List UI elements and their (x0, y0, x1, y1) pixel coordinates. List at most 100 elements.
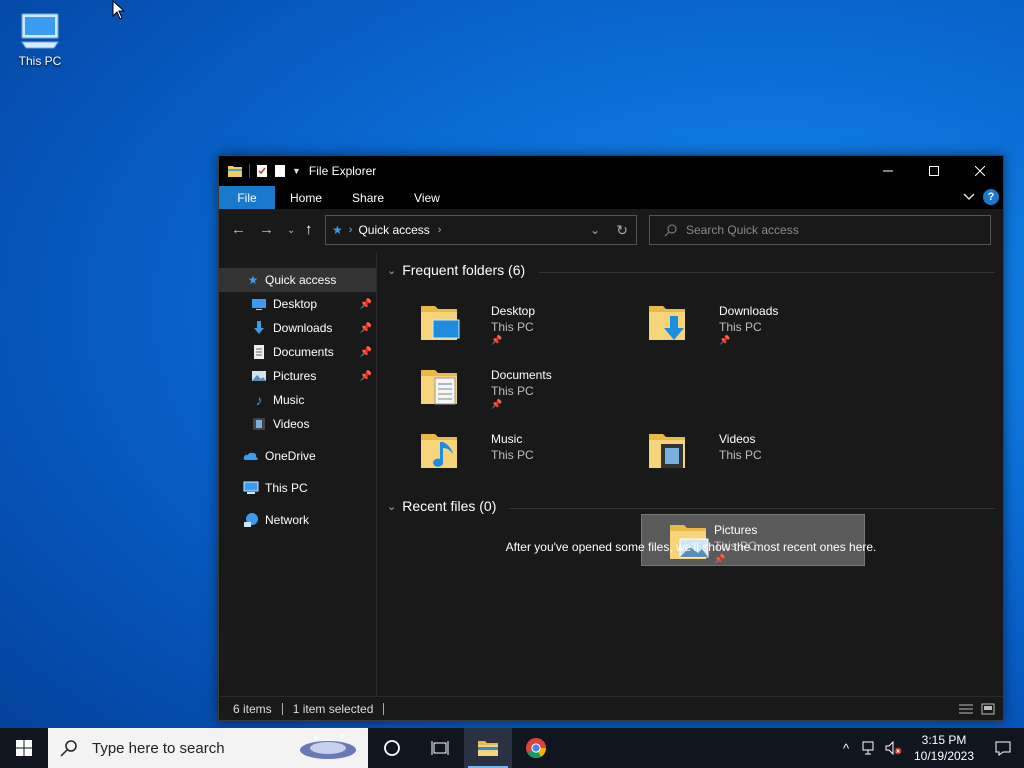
sidebar-item-quick-access[interactable]: ★ Quick access (219, 268, 376, 292)
sidebar-item-label: Documents (273, 345, 334, 359)
folder-location: This PC (491, 384, 534, 398)
start-button[interactable] (0, 728, 48, 768)
details-view-icon[interactable] (959, 703, 973, 715)
sidebar-item-downloads[interactable]: Downloads 📌 (219, 316, 376, 340)
desktop-folder-icon (421, 306, 460, 340)
help-icon[interactable]: ? (983, 189, 999, 205)
new-folder-icon[interactable] (274, 164, 286, 178)
folder-tile-downloads[interactable]: Downloads This PC 📌 (647, 296, 871, 348)
close-button[interactable] (957, 156, 1003, 186)
sidebar-item-desktop[interactable]: Desktop 📌 (219, 292, 376, 316)
pin-icon: 📌 (719, 335, 731, 345)
group-divider (509, 508, 995, 509)
recent-files-header[interactable]: ⌄ Recent files (0) (387, 498, 496, 514)
refresh-icon[interactable]: ↻ (616, 222, 628, 239)
cortana-circle-icon (384, 740, 400, 756)
music-folder-icon (421, 434, 457, 468)
recent-locations-chevron-icon[interactable]: ⌄ (287, 225, 295, 236)
folder-name: Pictures (714, 523, 758, 537)
title-bar[interactable]: ▼ File Explorer (219, 156, 1003, 186)
status-separator (281, 702, 283, 715)
frequent-folders-header[interactable]: ⌄ Frequent folders (6) (387, 262, 525, 278)
minimize-button[interactable] (865, 156, 911, 186)
large-icons-view-icon[interactable] (981, 703, 995, 715)
sidebar-item-videos[interactable]: Videos (219, 412, 376, 436)
pin-icon: 📌 (359, 346, 372, 358)
folder-tile-desktop[interactable]: Desktop This PC 📌 (419, 296, 643, 348)
notification-icon (995, 741, 1011, 756)
taskbar-search-box[interactable]: Type here to search (48, 728, 368, 768)
sidebar-item-documents[interactable]: Documents 📌 (219, 340, 376, 364)
documents-folder-icon (421, 370, 457, 405)
volume-muted-icon[interactable] (882, 741, 906, 755)
expand-ribbon-icon[interactable] (963, 193, 975, 201)
folder-location: This PC (719, 448, 762, 462)
sidebar-item-label: Pictures (273, 369, 317, 383)
minimize-icon (883, 170, 893, 172)
quick-access-toolbar: ▼ (219, 164, 301, 178)
taskbar-clock[interactable]: 3:15 PM 10/19/2023 (906, 732, 982, 764)
pin-icon: 📌 (491, 335, 503, 345)
computer-icon (243, 481, 259, 494)
customize-toolbar-icon[interactable]: ▼ (292, 166, 301, 176)
download-arrow-icon (254, 321, 264, 334)
computer-icon (21, 13, 59, 49)
recent-files-empty-message: After you've opened some files, we'll sh… (505, 540, 877, 554)
show-hidden-icons-chevron-icon[interactable]: ^ (834, 741, 858, 756)
sidebar-item-label: Videos (273, 417, 310, 431)
maximize-button[interactable] (911, 156, 957, 186)
item-count: 6 items (233, 701, 272, 716)
tab-view[interactable]: View (399, 186, 455, 209)
taskbar-search-input[interactable]: Type here to search (92, 740, 225, 757)
sidebar-item-music[interactable]: ♪ Music (219, 388, 376, 412)
address-dropdown-icon[interactable]: ⌄ (590, 223, 600, 237)
taskbar-chrome[interactable] (512, 728, 560, 768)
maximize-icon (929, 166, 939, 176)
file-explorer-window: ▼ File Explorer File Home Share View ? ←… (218, 155, 1004, 721)
taskbar-file-explorer[interactable] (464, 728, 512, 768)
tab-file[interactable]: File (219, 186, 275, 209)
selection-count: 1 item selected (292, 701, 374, 716)
clock-date: 10/19/2023 (913, 749, 975, 763)
clock-time: 3:15 PM (921, 733, 967, 747)
breadcrumb-quick-access[interactable]: Quick access (358, 223, 429, 237)
properties-icon[interactable] (256, 164, 268, 178)
forward-arrow-icon[interactable]: → (259, 221, 274, 238)
sidebar-item-network[interactable]: Network (219, 508, 376, 532)
up-arrow-icon[interactable]: ↑ (305, 221, 313, 238)
collapse-chevron-icon: ⌄ (387, 264, 397, 277)
task-view-button[interactable] (416, 728, 464, 768)
tab-home[interactable]: Home (275, 186, 337, 209)
search-highlight-image-icon (300, 734, 356, 759)
tab-share[interactable]: Share (337, 186, 399, 209)
folder-name: Documents (491, 368, 552, 382)
desktop-icon-this-pc[interactable]: This PC (12, 8, 68, 68)
film-icon (253, 418, 265, 430)
cortana-button[interactable] (368, 728, 416, 768)
close-icon (975, 166, 985, 176)
window-title: File Explorer (308, 164, 377, 178)
sidebar-item-onedrive[interactable]: OneDrive (219, 444, 376, 468)
search-icon (664, 224, 677, 237)
sidebar-item-label: Downloads (273, 321, 333, 335)
action-center-button[interactable] (982, 728, 1024, 768)
sidebar-item-pictures[interactable]: Pictures 📌 (219, 364, 376, 388)
folder-tile-videos[interactable]: Videos This PC (647, 424, 871, 476)
search-icon (60, 740, 77, 757)
document-icon (254, 345, 264, 359)
address-bar[interactable]: ★ › Quick access › ⌄ ↻ (325, 215, 637, 245)
sidebar-item-label: Desktop (273, 297, 318, 311)
search-input[interactable]: Search Quick access (686, 223, 799, 237)
sidebar-item-this-pc[interactable]: This PC (219, 476, 376, 500)
folder-tile-music[interactable]: Music This PC (419, 424, 643, 476)
breadcrumb-chevron-icon[interactable]: › (438, 224, 442, 236)
network-status-icon[interactable] (858, 741, 882, 755)
search-box[interactable]: Search Quick access (649, 215, 991, 245)
folder-tile-documents[interactable]: Documents This PC 📌 (419, 360, 643, 412)
back-arrow-icon[interactable]: ← (231, 221, 246, 238)
network-icon (244, 513, 258, 527)
sidebar-item-label: Network (265, 513, 310, 527)
group-header-label: Recent files (0) (402, 498, 497, 514)
group-divider (539, 272, 995, 273)
task-view-icon (431, 741, 449, 755)
